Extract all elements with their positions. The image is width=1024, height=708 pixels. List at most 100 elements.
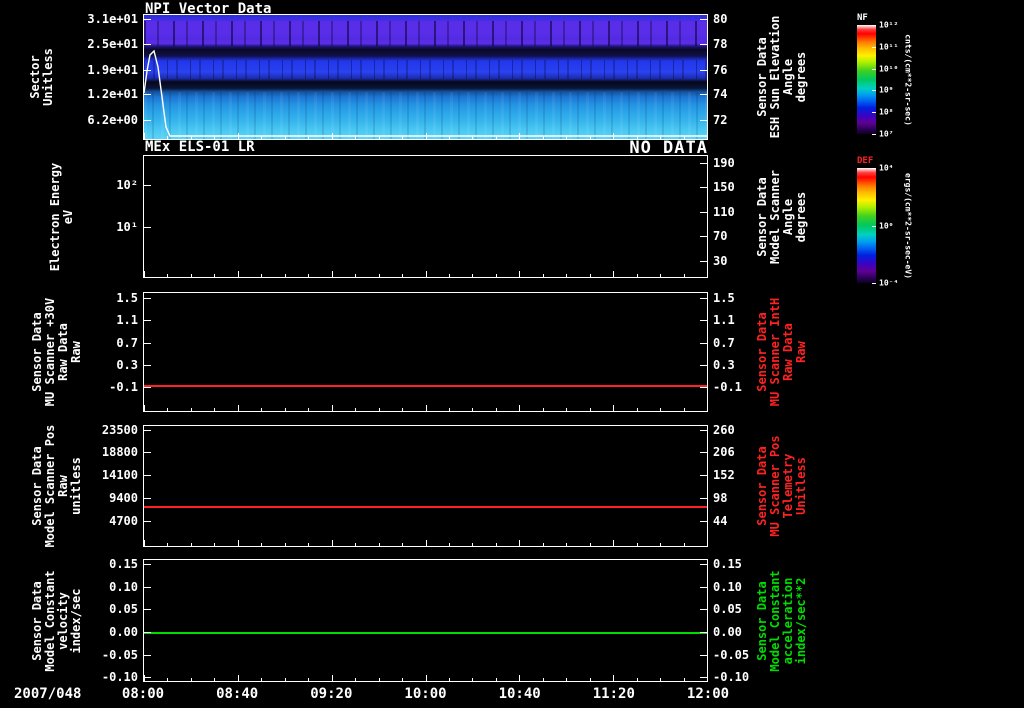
x-tick-mark: [636, 274, 638, 277]
panel-mu-scanner-30v: 1.5 1.1 0.7 0.3 -0.1 1.5 1.1 0.7 0.3 -0.1: [109, 291, 742, 412]
x-axis-date: 2007/048: [14, 686, 82, 702]
tick-label: 10⁷: [879, 129, 894, 139]
x-tick-mark: [144, 271, 145, 277]
x-tick-mark: [144, 405, 145, 411]
x-tick-mark: [660, 408, 662, 411]
x-tick-mark: [144, 540, 145, 546]
tick-label: 10⁸: [879, 107, 894, 117]
tick-label: 110: [713, 204, 735, 219]
x-tick-mark: [355, 274, 357, 277]
tick-mark: [700, 475, 707, 477]
tick-mark: [700, 609, 707, 611]
tick-label: 10¹⁰: [879, 64, 899, 74]
tick-label: 0.7: [713, 335, 735, 350]
plot-canvas: NPI Vector Data 3.1e+01 2.5e+01 1.9e+01 1.2…: [0, 0, 1024, 708]
tick-label: -0.10: [101, 670, 138, 685]
tick-mark: [700, 342, 707, 344]
tick-mark: [872, 46, 876, 48]
x-tick-mark: [613, 271, 615, 277]
x-tick-mark: [237, 675, 239, 681]
x-tick-mark: [284, 408, 286, 411]
tick-label: 152: [713, 468, 735, 483]
x-tick-mark: [190, 678, 192, 681]
tick-mark: [872, 68, 876, 70]
x-tick-mark: [707, 675, 708, 681]
x-tick-mark: [613, 675, 615, 681]
tick-label: 0.10: [109, 579, 138, 594]
x-tick-mark: [425, 271, 427, 277]
x-tick-mark: [495, 408, 497, 411]
x-tick-mark: [683, 408, 685, 411]
x-tick-mark: [566, 543, 568, 546]
tick-label: 23500: [101, 422, 138, 437]
tick-mark: [700, 297, 707, 299]
tick-label: 14100: [101, 468, 138, 483]
tick-label: 1.5: [713, 290, 735, 305]
tick-mark: [700, 44, 707, 46]
x-tick-mark: [683, 543, 685, 546]
x-tick-mark: [495, 543, 497, 546]
x-axis-tick-label: 10:40: [498, 686, 541, 702]
tick-mark: [872, 283, 876, 284]
x-tick-mark: [636, 543, 638, 546]
tick-mark: [700, 119, 707, 121]
panel1-right-axis: 80 78 76 74 72: [144, 12, 727, 139]
tick-label: 2.5e+01: [87, 37, 138, 52]
x-axis-labels: 08:00 08:40 09:20 10:00 10:40 11:20 12:00: [122, 686, 729, 704]
x-tick-mark: [519, 540, 521, 546]
colorbar-nf-scale: 10¹² 10¹¹ 10¹⁰ 10⁹ 10⁸ 10⁷: [857, 21, 898, 139]
panel5-right-axis: 0.15 0.10 0.05 0.00 -0.05 -0.10: [144, 557, 749, 684]
tick-label: 10⁻⁴: [879, 278, 899, 288]
x-tick-mark: [378, 408, 380, 411]
x-tick-mark: [402, 678, 404, 681]
x-tick-mark: [613, 540, 615, 546]
x-tick-mark: [190, 543, 192, 546]
tick-mark: [700, 364, 707, 366]
x-tick-mark: [495, 274, 497, 277]
x-tick-mark: [660, 274, 662, 277]
x-tick-mark: [495, 678, 497, 681]
tick-label: -0.1: [713, 380, 742, 395]
tick-label: 10⁰: [879, 221, 894, 230]
tick-mark: [872, 168, 876, 169]
tick-label: 150: [713, 180, 735, 195]
x-tick-mark: [472, 543, 474, 546]
tick-mark: [872, 90, 876, 92]
tick-mark: [700, 677, 707, 679]
colorbar-nf-title: NF: [857, 13, 868, 23]
tick-label: -0.1: [109, 380, 138, 395]
tick-mark: [700, 429, 707, 431]
x-tick-mark: [402, 274, 404, 277]
x-tick-mark: [190, 408, 192, 411]
x-tick-mark: [589, 678, 591, 681]
tick-label: 98: [713, 491, 728, 505]
x-tick-mark: [261, 408, 263, 411]
x-tick-mark: [425, 675, 427, 681]
x-tick-mark: [331, 540, 333, 546]
x-tick-mark: [355, 408, 357, 411]
tick-label: 1.9e+01: [87, 62, 138, 77]
x-tick-mark: [472, 678, 474, 681]
x-tick-mark: [589, 543, 591, 546]
tick-mark: [700, 235, 707, 237]
x-tick-mark: [144, 675, 145, 681]
x-tick-mark: [308, 408, 310, 411]
x-tick-mark: [660, 543, 662, 546]
x-axis-tick-label: 12:00: [686, 686, 730, 702]
tick-label: 260: [713, 422, 735, 437]
tick-label: 206: [713, 445, 735, 460]
tick-mark: [700, 260, 707, 262]
tick-mark: [700, 94, 707, 96]
panel4-right-axis: 260 206 152 98 44: [144, 423, 735, 546]
x-tick-mark: [472, 274, 474, 277]
panel-model-constant: 0.15 0.10 0.05 0.00 -0.05 -0.10 0.15 0.10 0.05 0…: [102, 557, 749, 684]
tick-mark: [872, 134, 876, 135]
tick-mark: [700, 18, 707, 20]
tick-mark: [700, 387, 707, 389]
tick-mark: [700, 563, 707, 565]
tick-mark: [872, 225, 876, 227]
tick-label: 30: [713, 253, 728, 268]
x-tick-mark: [448, 678, 450, 681]
tick-mark: [700, 520, 707, 522]
tick-label: 44: [713, 513, 728, 528]
